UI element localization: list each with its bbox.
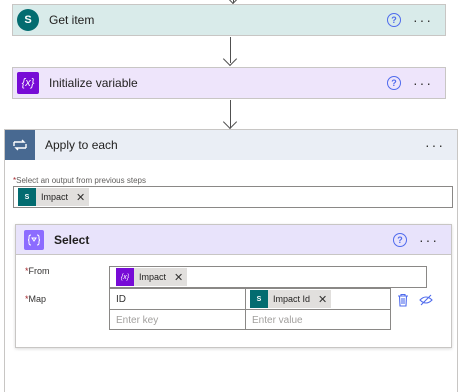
help-icon[interactable]: ?	[387, 76, 401, 90]
get-item-card[interactable]: S Get item ? ···	[12, 4, 446, 36]
from-label: *From	[25, 266, 50, 276]
switch-to-text-mode-icon[interactable]	[419, 294, 433, 306]
select-output-label: *Select an output from previous steps	[13, 176, 146, 185]
more-options-icon[interactable]: ···	[413, 13, 433, 27]
sharepoint-icon: S	[17, 9, 39, 31]
select-title: Select	[54, 232, 90, 247]
initialize-variable-title: Initialize variable	[49, 76, 138, 90]
from-input[interactable]: {x} Impact ✕	[109, 266, 427, 288]
sharepoint-icon: S	[250, 290, 268, 308]
initialize-variable-card[interactable]: {x} Initialize variable ? ···	[12, 67, 446, 99]
apply-to-each-title: Apply to each	[45, 138, 118, 152]
help-icon[interactable]: ?	[393, 232, 407, 247]
loop-icon	[5, 130, 35, 160]
impact-token[interactable]: S Impact ✕	[18, 188, 90, 206]
output-input[interactable]: S Impact ✕	[13, 186, 453, 208]
map-key-placeholder[interactable]: Enter key	[110, 310, 245, 330]
arrow-2	[222, 114, 238, 130]
impact-id-token[interactable]: S Impact Id ✕	[250, 290, 332, 308]
sharepoint-icon: S	[18, 188, 36, 206]
close-icon[interactable]: ✕	[174, 271, 183, 284]
more-options-icon[interactable]: ···	[413, 76, 433, 90]
map-table: ID S Impact Id ✕ Enter key Enter value	[109, 288, 391, 330]
help-icon[interactable]: ?	[387, 13, 401, 27]
map-value-placeholder[interactable]: Enter value	[246, 310, 390, 330]
select-icon	[24, 229, 44, 250]
trash-icon[interactable]	[397, 293, 409, 307]
apply-to-each-header[interactable]: Apply to each ···	[5, 130, 457, 160]
close-icon[interactable]: ✕	[318, 293, 327, 306]
more-options-icon[interactable]: ···	[425, 138, 445, 152]
map-value-1[interactable]: S Impact Id ✕	[246, 289, 390, 309]
close-icon[interactable]: ✕	[76, 191, 85, 204]
more-options-icon[interactable]: ···	[419, 233, 439, 247]
variable-icon: {x}	[116, 268, 134, 286]
variable-icon: {x}	[17, 72, 39, 94]
get-item-title: Get item	[49, 13, 95, 27]
arrow-1	[222, 51, 238, 67]
apply-to-each-container: Apply to each ··· *Select an output from…	[4, 129, 458, 392]
map-key-1[interactable]: ID	[110, 289, 245, 309]
map-label: *Map	[25, 294, 47, 304]
select-header[interactable]: Select ? ···	[16, 225, 451, 255]
impact-variable-token[interactable]: {x} Impact ✕	[116, 268, 188, 286]
